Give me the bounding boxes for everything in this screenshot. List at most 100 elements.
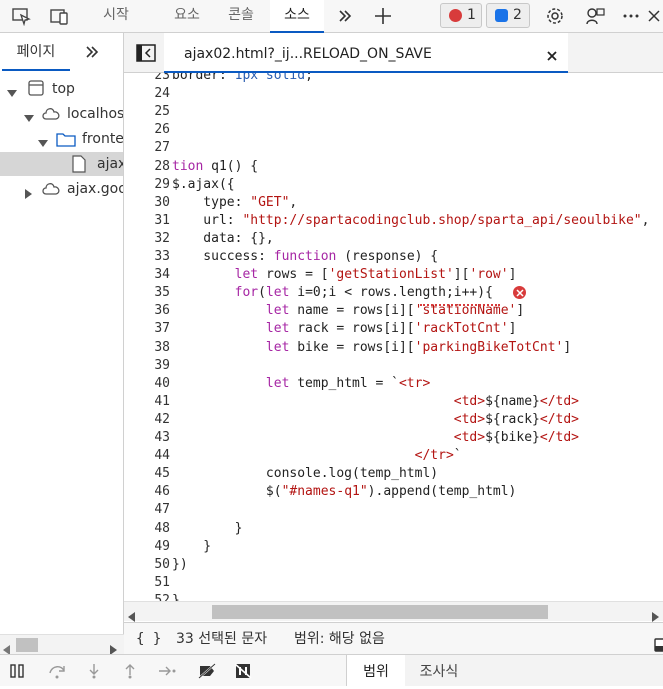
tree-item-folder[interactable]: fronte bbox=[0, 127, 123, 151]
pretty-print-button[interactable]: { } bbox=[136, 623, 161, 655]
tree-item-label: ajax bbox=[97, 156, 123, 172]
line-number[interactable]: 31 bbox=[124, 212, 172, 230]
code-token: border: bbox=[172, 73, 235, 83]
line-number[interactable]: 48 bbox=[124, 520, 172, 538]
tree-item-top[interactable]: top bbox=[0, 77, 123, 101]
pause-icon[interactable] bbox=[9, 663, 25, 683]
line-number[interactable]: 45 bbox=[124, 465, 172, 483]
code-token: for bbox=[234, 285, 259, 301]
inspect-element-icon[interactable] bbox=[10, 5, 32, 27]
tab-elements[interactable]: 요소 bbox=[160, 0, 214, 33]
chevrons-right-icon[interactable] bbox=[84, 44, 100, 60]
tab-watch[interactable]: 조사식 bbox=[409, 655, 469, 687]
more-options-icon[interactable] bbox=[620, 5, 642, 27]
step-over-icon[interactable] bbox=[48, 663, 66, 683]
line-number[interactable]: 41 bbox=[124, 393, 172, 411]
chevrons-right-icon[interactable] bbox=[334, 5, 356, 27]
line-number[interactable]: 37 bbox=[124, 320, 172, 338]
close-icon[interactable] bbox=[546, 47, 558, 66]
scroll-thumb[interactable] bbox=[16, 638, 38, 652]
editor-horizontal-scrollbar[interactable] bbox=[124, 601, 663, 622]
line-number[interactable]: 27 bbox=[124, 139, 172, 157]
line-number[interactable]: 26 bbox=[124, 121, 172, 139]
code-token: </td> bbox=[539, 393, 580, 409]
tab-scope[interactable]: 범위 bbox=[347, 655, 405, 687]
tab-sources[interactable]: 소스 bbox=[270, 0, 324, 33]
code-token: 'getStationList' bbox=[328, 267, 454, 283]
sidebar-toggle-icon[interactable] bbox=[136, 44, 156, 62]
code-token: (response) { bbox=[344, 249, 439, 264]
file-tab[interactable]: ajax02.html?_ij...RELOAD_ON_SAVE bbox=[164, 33, 568, 73]
line-number[interactable]: 34 bbox=[124, 266, 172, 284]
line-number[interactable]: 29 bbox=[124, 176, 172, 194]
code-line: let temp_html = `<tr> bbox=[172, 375, 430, 393]
code-line: $.ajax({ bbox=[172, 176, 235, 194]
device-emulation-icon[interactable] bbox=[48, 5, 70, 27]
code-token: let bbox=[234, 267, 266, 283]
line-number[interactable]: 28 bbox=[124, 158, 172, 176]
code-token: rows = [ bbox=[265, 267, 329, 283]
code-line: tion q1() { bbox=[172, 158, 258, 176]
code-token: success: bbox=[172, 249, 274, 264]
line-number[interactable]: 49 bbox=[124, 538, 172, 556]
error-squiggle bbox=[420, 303, 500, 306]
tree-item-localhost[interactable]: localhost bbox=[0, 102, 123, 126]
line-number[interactable]: 43 bbox=[124, 429, 172, 447]
line-number[interactable]: 36 bbox=[124, 302, 172, 320]
deactivate-breakpoints-icon[interactable] bbox=[198, 663, 216, 683]
line-number[interactable]: 23 bbox=[124, 73, 172, 85]
code-token: let bbox=[265, 339, 298, 355]
line-number[interactable]: 38 bbox=[124, 339, 172, 357]
line-number[interactable]: 42 bbox=[124, 411, 172, 429]
line-number[interactable]: 50 bbox=[124, 556, 172, 574]
file-tab-label: ajax02.html?_ij...RELOAD_ON_SAVE bbox=[184, 46, 432, 62]
code-token: ` bbox=[453, 448, 462, 464]
line-number[interactable]: 33 bbox=[124, 248, 172, 266]
line-number[interactable]: 32 bbox=[124, 230, 172, 248]
tree-item-file-selected[interactable]: ajax bbox=[0, 152, 123, 176]
code-token: "http://spartacodingclub.shop/sparta_api… bbox=[242, 212, 642, 228]
line-number[interactable]: 47 bbox=[124, 501, 172, 519]
code-token: <td> bbox=[453, 411, 486, 427]
line-number[interactable]: 30 bbox=[124, 194, 172, 212]
line-number[interactable]: 40 bbox=[124, 375, 172, 393]
errors-count: 1 bbox=[467, 7, 476, 23]
line-number[interactable]: 44 bbox=[124, 447, 172, 465]
code-line: for(let i=0;i < rows.length;i++){ bbox=[172, 284, 493, 302]
code-line: } bbox=[172, 520, 243, 538]
scroll-thumb[interactable] bbox=[212, 605, 548, 619]
gear-icon[interactable] bbox=[544, 5, 566, 27]
line-number[interactable]: 51 bbox=[124, 574, 172, 592]
tab-console[interactable]: 콘솔 bbox=[214, 0, 268, 33]
code-editor[interactable]: 23 24 25 26 27 28 29 30 31 32 33 34 35 36 37 38 39 40 41 42… bbox=[124, 73, 663, 601]
line-number[interactable]: 52 bbox=[124, 592, 172, 601]
expand-triangle-icon bbox=[24, 108, 34, 126]
line-number[interactable]: 39 bbox=[124, 357, 172, 375]
feedback-icon[interactable] bbox=[584, 5, 606, 27]
tree-item-ajax-goo[interactable]: ajax.goo bbox=[0, 177, 123, 201]
pause-on-exceptions-icon[interactable] bbox=[234, 663, 252, 683]
line-number[interactable]: 25 bbox=[124, 103, 172, 121]
tab-page[interactable]: 페이지 bbox=[2, 33, 70, 71]
code-token: ] bbox=[508, 321, 517, 337]
left-horizontal-scrollbar[interactable] bbox=[0, 634, 124, 655]
code-token: 'row' bbox=[469, 267, 509, 283]
error-icon[interactable] bbox=[513, 286, 526, 299]
close-devtools-icon[interactable] bbox=[645, 5, 663, 27]
step-icon[interactable] bbox=[158, 663, 176, 683]
messages-badge[interactable]: 2 bbox=[486, 3, 530, 28]
code-line: }) bbox=[172, 556, 188, 574]
tab-welcome[interactable]: 시작 bbox=[88, 0, 144, 33]
errors-badge[interactable]: 1 bbox=[440, 3, 482, 28]
line-number[interactable]: 46 bbox=[124, 483, 172, 501]
selection-info: 33 선택된 문자 bbox=[176, 631, 268, 647]
plus-icon[interactable] bbox=[372, 5, 394, 27]
line-number[interactable]: 35 bbox=[124, 284, 172, 302]
line-number[interactable]: 24 bbox=[124, 85, 172, 103]
editor-status-bar: { } 33 선택된 문자 범위: 해당 없음 bbox=[124, 622, 663, 654]
step-into-icon[interactable] bbox=[86, 663, 102, 683]
step-out-icon[interactable] bbox=[122, 663, 138, 683]
